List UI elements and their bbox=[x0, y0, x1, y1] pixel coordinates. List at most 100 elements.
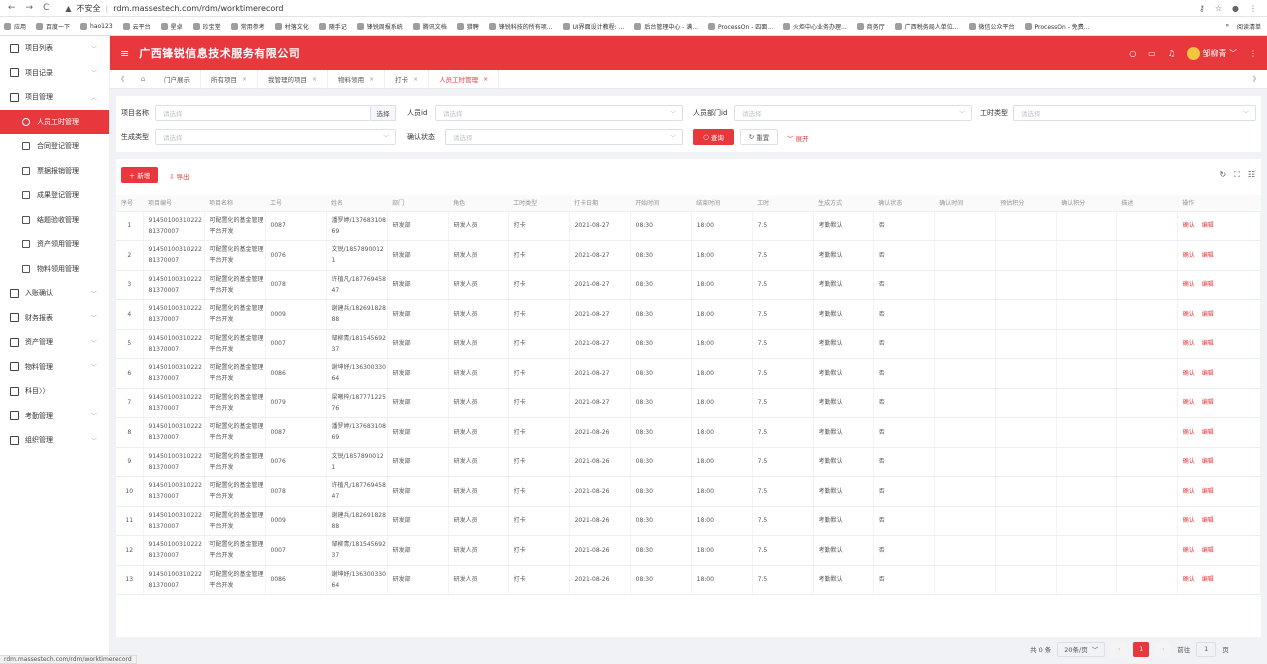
tab-item[interactable]: 我管理的项目 × bbox=[258, 69, 329, 89]
close-icon[interactable]: × bbox=[312, 76, 317, 83]
url-text[interactable]: rdm.massestech.com/rdm/worktimerecord bbox=[113, 4, 283, 13]
tabs-scroll-right-icon[interactable]: 》 bbox=[1245, 74, 1267, 84]
sidebar-item[interactable]: 物料管理 ﹀ bbox=[0, 355, 109, 380]
tab-item[interactable]: 物料领用 × bbox=[328, 69, 386, 89]
edit-link[interactable]: 编辑 bbox=[1202, 370, 1214, 377]
bookmark-item[interactable]: hao123 bbox=[80, 22, 113, 30]
bookmark-item[interactable]: 锋锐周报系统 bbox=[356, 22, 403, 31]
bookmark-item[interactable]: 珍宝堂 bbox=[192, 22, 221, 31]
current-page[interactable]: 1 bbox=[1133, 641, 1150, 657]
reset-button[interactable]: ↻ 重置 bbox=[740, 129, 778, 145]
sidebar-item[interactable]: 人员工时管理 bbox=[0, 109, 109, 134]
sidebar-item[interactable]: 资产管理 ﹀ bbox=[0, 330, 109, 355]
close-icon[interactable]: × bbox=[242, 76, 247, 83]
sidebar-item[interactable]: 项目列表 ﹀ bbox=[0, 36, 109, 61]
sidebar-item[interactable]: 成果登记管理 bbox=[0, 183, 109, 208]
confirm-link[interactable]: 确认 bbox=[1183, 340, 1195, 347]
message-icon[interactable]: ▭ bbox=[1148, 49, 1156, 58]
address-bar[interactable]: ▲ 不安全 | rdm.massestech.com/rdm/worktimer… bbox=[65, 3, 283, 14]
refresh-icon[interactable]: ↻ bbox=[1220, 170, 1227, 180]
sidebar-item[interactable]: 结题验收管理 bbox=[0, 208, 109, 233]
bookmark-item[interactable]: 商务厅 bbox=[856, 22, 885, 31]
close-icon[interactable]: × bbox=[369, 76, 374, 83]
bookmark-item[interactable]: 村落文化 bbox=[274, 22, 309, 31]
sidebar-item[interactable]: 组织管理 ﹀ bbox=[0, 428, 109, 453]
edit-link[interactable]: 编辑 bbox=[1202, 488, 1214, 495]
confirm-link[interactable]: 确认 bbox=[1183, 429, 1195, 436]
close-icon[interactable]: × bbox=[483, 76, 488, 83]
confirm-link[interactable]: 确认 bbox=[1183, 576, 1195, 583]
confirm-link[interactable]: 确认 bbox=[1183, 252, 1195, 259]
bookmark-item[interactable]: 随手记 bbox=[318, 22, 347, 31]
sidebar-item[interactable]: 物料领用管理 bbox=[0, 257, 109, 282]
edit-link[interactable]: 编辑 bbox=[1202, 340, 1214, 347]
confirm-link[interactable]: 确认 bbox=[1183, 458, 1195, 465]
bookmark-item[interactable]: 云平台 bbox=[122, 22, 151, 31]
star-icon[interactable]: ☆ bbox=[1215, 4, 1222, 13]
header-more-icon[interactable]: ⋮ bbox=[1249, 49, 1257, 58]
bookmark-item[interactable]: 锋锐科技的所有项... bbox=[488, 22, 553, 31]
bookmark-item[interactable]: ProcessOn - 免费... bbox=[1024, 22, 1090, 31]
tabs-scroll-left-icon[interactable]: 《 bbox=[110, 74, 132, 84]
confirm-link[interactable]: 确认 bbox=[1183, 399, 1195, 406]
edit-link[interactable]: 编辑 bbox=[1202, 222, 1214, 229]
confirm-link[interactable]: 确认 bbox=[1183, 517, 1195, 524]
prev-page-button[interactable]: ‹ bbox=[1111, 641, 1128, 657]
goto-page-input[interactable]: 1 bbox=[1196, 641, 1217, 657]
reload-icon[interactable]: C bbox=[43, 3, 49, 13]
bookmark-item[interactable]: 广西税务局人单位... bbox=[894, 22, 959, 31]
edit-link[interactable]: 编辑 bbox=[1202, 458, 1214, 465]
bookmark-item[interactable]: 常用参考 bbox=[230, 22, 265, 31]
sidebar-item[interactable]: 票据报销管理 bbox=[0, 159, 109, 184]
person-id-select[interactable]: 请选择 ﹀ bbox=[435, 105, 683, 121]
confirm-link[interactable]: 确认 bbox=[1183, 488, 1195, 495]
home-icon[interactable]: ⌂ bbox=[132, 75, 154, 83]
edit-link[interactable]: 编辑 bbox=[1202, 399, 1214, 406]
bookmark-item[interactable]: 猎聘 bbox=[456, 22, 479, 31]
add-button[interactable]: ＋ 新增 bbox=[121, 167, 158, 183]
bookmark-item[interactable]: 后台管理中心 - 满... bbox=[634, 22, 698, 31]
bookmark-item[interactable]: 微信公众平台 bbox=[968, 22, 1015, 31]
edit-link[interactable]: 编辑 bbox=[1202, 547, 1214, 554]
gen-type-select[interactable]: 请选择 ﹀ bbox=[155, 129, 396, 145]
more-icon[interactable]: ⋮ bbox=[1249, 4, 1257, 13]
query-button[interactable]: ○ 查询 bbox=[693, 129, 734, 145]
sidebar-item[interactable]: 考勤管理 ﹀ bbox=[0, 404, 109, 429]
bookmark-item[interactable]: 百度一下 bbox=[36, 22, 70, 31]
columns-icon[interactable]: ☷ bbox=[1248, 170, 1255, 180]
sidebar-item[interactable]: 合同登记管理 bbox=[0, 134, 109, 159]
bookmarks-more-icon[interactable]: » bbox=[1225, 22, 1229, 31]
key-icon[interactable]: ⚷ bbox=[1199, 4, 1205, 13]
project-name-input[interactable]: 请选择 bbox=[155, 105, 371, 121]
edit-link[interactable]: 编辑 bbox=[1202, 517, 1214, 524]
sidebar-item[interactable]: 入账确认 ﹀ bbox=[0, 281, 109, 306]
confirm-link[interactable]: 确认 bbox=[1183, 547, 1195, 554]
edit-link[interactable]: 编辑 bbox=[1202, 311, 1214, 318]
edit-link[interactable]: 编辑 bbox=[1202, 252, 1214, 259]
profile-icon[interactable]: ● bbox=[1232, 4, 1239, 13]
expand-button[interactable]: ﹀ 展开 bbox=[787, 133, 809, 143]
sidebar-item[interactable]: 财务报表 ﹀ bbox=[0, 306, 109, 331]
fullscreen-icon[interactable]: ⛶ bbox=[1234, 170, 1240, 180]
confirm-link[interactable]: 确认 bbox=[1183, 222, 1195, 229]
search-icon[interactable]: ○ bbox=[1129, 49, 1136, 58]
user-menu[interactable]: 邹柳青 ﹀ bbox=[1186, 46, 1237, 60]
export-button[interactable]: ⇩ 导出 bbox=[169, 171, 190, 181]
confirm-link[interactable]: 确认 bbox=[1183, 311, 1195, 318]
close-icon[interactable]: × bbox=[413, 76, 418, 83]
bookmark-item[interactable]: 火炬中心业务办理... bbox=[783, 22, 847, 31]
edit-link[interactable]: 编辑 bbox=[1202, 429, 1214, 436]
confirm-link[interactable]: 确认 bbox=[1183, 370, 1195, 377]
bookmark-item[interactable]: 应用 bbox=[4, 22, 26, 31]
bookmark-item[interactable]: UI界面设计教程: ... bbox=[562, 22, 624, 31]
sidebar-item[interactable]: 科目〉〉 bbox=[0, 379, 109, 404]
hamburger-icon[interactable]: ≡ bbox=[120, 47, 129, 60]
bookmark-item[interactable]: 星卓 bbox=[160, 22, 183, 31]
sidebar-item[interactable]: 项目管理 ︿ bbox=[0, 85, 109, 110]
tab-item[interactable]: 人员工时管理 × bbox=[429, 69, 500, 89]
select-button[interactable]: 选择 bbox=[371, 105, 396, 121]
bookmark-item[interactable]: ProcessOn - 四面... bbox=[708, 22, 773, 31]
edit-link[interactable]: 编辑 bbox=[1202, 576, 1214, 583]
confirm-link[interactable]: 确认 bbox=[1183, 281, 1195, 288]
bell-icon[interactable]: ♫ bbox=[1168, 49, 1175, 58]
